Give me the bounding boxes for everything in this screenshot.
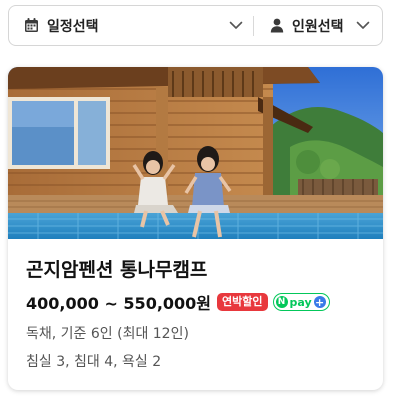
chevron-down-icon xyxy=(356,21,370,30)
capacity-info: 독채, 기준 6인 (최대 12인) xyxy=(26,326,189,342)
date-select-label: 일정선택 xyxy=(47,18,99,35)
chevron-down-icon xyxy=(229,21,243,30)
room-info: 침실 3, 침대 4, 욕실 2 xyxy=(26,354,162,370)
listing-photo xyxy=(8,67,383,239)
npay-text: pay xyxy=(289,295,312,309)
plus-icon: + xyxy=(313,295,326,309)
people-select-label: 인원선택 xyxy=(292,18,344,35)
people-select-button[interactable]: 인원선택 xyxy=(254,6,382,45)
npay-plus-badge: N pay + xyxy=(272,293,330,311)
search-filter-bar: 일정선택 인원선택 xyxy=(8,5,383,46)
listing-info: 곤지암펜션 통나무캠프 400,000 ~ 550,000원 연박할인 N pa… xyxy=(26,257,369,372)
naver-n-icon: N xyxy=(275,296,288,308)
date-select-button[interactable]: 일정선택 xyxy=(9,6,253,45)
discount-badge: 연박할인 xyxy=(217,293,268,311)
calendar-icon xyxy=(24,18,39,33)
listing-card[interactable]: 곤지암펜션 통나무캠프 400,000 ~ 550,000원 연박할인 N pa… xyxy=(8,67,383,390)
price-row: 400,000 ~ 550,000원 연박할인 N pay + xyxy=(26,290,369,314)
listing-price: 400,000 ~ 550,000원 xyxy=(26,294,212,313)
person-icon xyxy=(270,18,284,33)
listing-title: 곤지암펜션 통나무캠프 xyxy=(26,259,208,281)
